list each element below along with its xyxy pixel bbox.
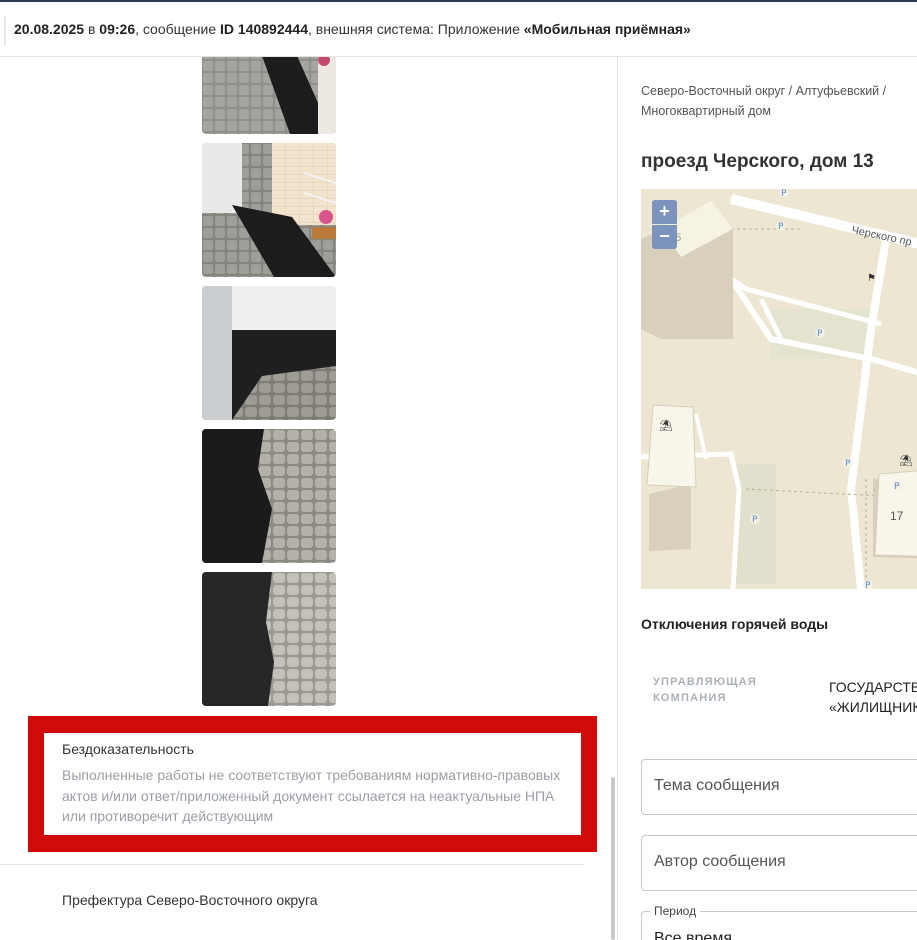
- verdict-description: Выполненные работы не соответствуют треб…: [62, 767, 561, 824]
- verdict-title: Бездоказательность: [62, 741, 194, 757]
- message-date: 20.08.2025: [14, 21, 85, 37]
- author-placeholder: Автор сообщения: [654, 853, 786, 870]
- verdict-card: Бездоказательность Выполненные работы не…: [44, 733, 581, 835]
- message-content-panel: Бездоказательность Выполненные работы не…: [0, 57, 617, 940]
- management-company-value: ГОСУДАРСТВЕ «ЖИЛИЩНИК: [829, 677, 917, 717]
- external-system-name: «Мобильная приёмная»: [523, 21, 691, 37]
- verdict-highlight: Бездоказательность Выполненные работы не…: [28, 716, 597, 852]
- attached-photo-1[interactable]: [202, 57, 336, 134]
- poi-icon: ⚑: [867, 273, 876, 284]
- attached-photo-3[interactable]: [202, 286, 336, 420]
- house-number-17: 17: [890, 509, 904, 523]
- section-divider: [0, 864, 585, 865]
- attached-photo-2[interactable]: [202, 143, 336, 277]
- message-info: 20.08.2025 в 09:26, сообщение ID 1408924…: [14, 21, 691, 37]
- time-separator: в: [84, 21, 100, 37]
- parking-marker: P: [778, 222, 784, 232]
- building-address: проезд Черского, дом 13: [641, 151, 874, 172]
- parking-marker: P: [845, 459, 851, 469]
- hot-water-outages-link[interactable]: Отключения горячей воды: [641, 616, 828, 632]
- author-input[interactable]: Автор сообщения: [641, 835, 917, 891]
- zoom-in-button[interactable]: +: [652, 200, 677, 224]
- left-panel-scrollbar[interactable]: [611, 777, 615, 940]
- attached-photo-5[interactable]: [202, 572, 336, 706]
- location-panel: Северо-Восточный округ / Алтуфьевский / …: [618, 57, 917, 940]
- playground-icon: ⛱: [659, 419, 673, 432]
- period-select[interactable]: Период Все время: [641, 904, 917, 940]
- management-company-line2: «ЖИЛИЩНИК: [829, 699, 917, 715]
- parking-marker: P: [894, 482, 900, 492]
- parking-marker: P: [865, 581, 871, 589]
- zoom-out-button[interactable]: −: [652, 225, 677, 249]
- period-label: Период: [650, 904, 701, 918]
- subject-placeholder: Тема сообщения: [654, 777, 780, 794]
- location-map[interactable]: P P P P P P P ⛱ ⛱ ⚑ Черского пр 15 17 + …: [641, 189, 917, 589]
- message-separator: , сообщение: [135, 21, 221, 37]
- prefecture-name: Префектура Северо-Восточного округа: [62, 892, 318, 908]
- attached-photo-4[interactable]: [202, 429, 336, 563]
- message-id: ID 140892444: [220, 21, 308, 37]
- management-company-line1: ГОСУДАРСТВЕ: [829, 679, 917, 695]
- playground-icon: ⛱: [899, 454, 913, 467]
- management-company-label: УПРАВЛЯЮЩАЯ КОМПАНИЯ: [653, 676, 757, 704]
- map-canvas: P P P P P P P ⛱ ⛱ ⚑ Черского пр 15 17: [641, 189, 917, 589]
- parking-marker: P: [752, 515, 758, 525]
- system-separator: , внешняя система: Приложение: [307, 21, 524, 37]
- parking-marker: P: [781, 189, 787, 199]
- parking-marker: P: [817, 329, 823, 339]
- header-accent: [4, 16, 6, 46]
- subject-input[interactable]: Тема сообщения: [641, 759, 917, 815]
- location-breadcrumbs: Северо-Восточный округ / Алтуфьевский / …: [641, 84, 887, 118]
- period-value: Все время: [654, 930, 732, 940]
- message-header: 20.08.2025 в 09:26, сообщение ID 1408924…: [0, 0, 917, 57]
- message-time: 09:26: [99, 21, 136, 37]
